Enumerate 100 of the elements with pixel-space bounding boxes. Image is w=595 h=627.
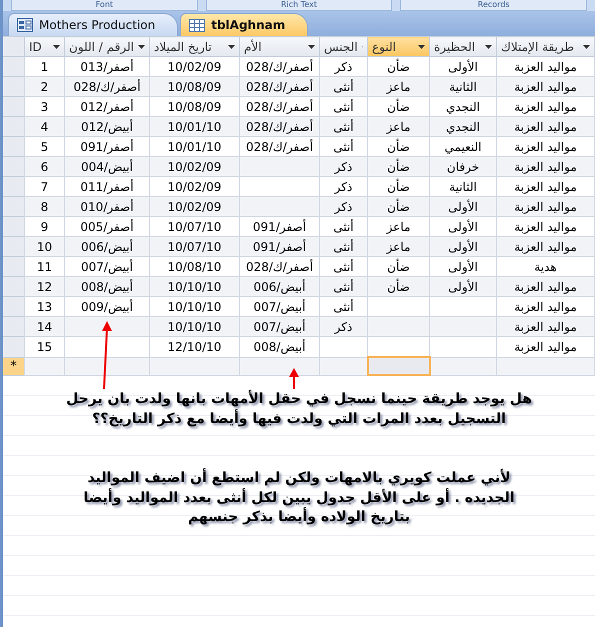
table-cell: 10/10/10 <box>150 276 240 296</box>
row-selector[interactable] <box>3 236 24 256</box>
table-cell: مواليد العزبة <box>496 336 594 357</box>
table-cell: 2 <box>24 76 64 96</box>
table-cell: ماعز <box>368 116 430 136</box>
table-cell: مواليد العزبة <box>496 236 594 256</box>
table-cell: مواليد العزبة <box>496 56 594 76</box>
table-cell: أصفر/ك/028 <box>240 96 320 116</box>
table-cell: أنثى <box>320 236 368 256</box>
row-selector[interactable] <box>3 156 24 176</box>
table-cell: الأولى <box>430 216 496 236</box>
table-cell: 6 <box>24 156 64 176</box>
table-cell: مواليد العزبة <box>496 96 594 116</box>
row-selector[interactable] <box>3 336 24 357</box>
table-cell: أنثى <box>320 76 368 96</box>
table-cell: مواليد العزبة <box>496 156 594 176</box>
table-cell: 10/01/10 <box>150 116 240 136</box>
table-cell: ضأن <box>368 176 430 196</box>
column-header[interactable]: طريقة الإمتلاك <box>496 36 594 56</box>
table-cell: مواليد العزبة <box>496 136 594 156</box>
document-tab[interactable]: tblAghnam <box>180 13 308 36</box>
table-cell: أصفر/091 <box>240 216 320 236</box>
table-cell: ضأن <box>368 136 430 156</box>
table-cell: 10/08/09 <box>150 96 240 116</box>
table-cell: ضأن <box>368 196 430 216</box>
table-cell: أصفر/013 <box>64 56 150 76</box>
table-cell: ماعز <box>368 236 430 256</box>
new-row-marker: * <box>3 357 24 375</box>
table-cell: 10/10/10 <box>150 296 240 316</box>
table-cell: 7 <box>24 176 64 196</box>
table-cell: أبيض/006 <box>64 236 150 256</box>
table-cell: 8 <box>24 196 64 216</box>
table-cell: أصفر/ك/028 <box>240 56 320 76</box>
table-cell: أبيض/007 <box>240 296 320 316</box>
column-header[interactable]: الجنس <box>320 36 368 56</box>
table-cell <box>430 296 496 316</box>
document-tab[interactable]: Mothers Production <box>8 13 178 36</box>
table-cell: 12 <box>24 276 64 296</box>
row-selector[interactable] <box>3 296 24 316</box>
table-cell: أبيض/004 <box>64 156 150 176</box>
row-selector[interactable] <box>3 196 24 216</box>
table-cell <box>430 316 496 336</box>
row-selector[interactable] <box>3 216 24 236</box>
table-cell: ماعز <box>368 216 430 236</box>
dropdown-caret-icon[interactable] <box>485 44 492 48</box>
table-cell: مواليد العزبة <box>496 296 594 316</box>
table-cell: 15 <box>24 336 64 357</box>
ribbon-group-label: Font <box>10 0 198 11</box>
table-cell: هدية <box>496 256 594 276</box>
table-cell: ضأن <box>368 156 430 176</box>
table-cell: أنثى <box>320 256 368 276</box>
row-selector[interactable] <box>3 76 24 96</box>
row-selector[interactable] <box>3 96 24 116</box>
select-all-corner[interactable] <box>3 36 24 56</box>
table-cell: أصفر/011 <box>64 176 150 196</box>
table-cell: أبيض/008 <box>240 336 320 357</box>
table-cell: مواليد العزبة <box>496 176 594 196</box>
table-cell: أبيض/006 <box>240 276 320 296</box>
column-header[interactable]: الأم <box>240 36 320 56</box>
annotation-text: لأني عملت كويري بالامهات ولكن لم استطع أن اضيف المواليد الجديده . أو على الأقل جدول يبين لكل أنثى بعدد المواليد وأيضا بتاريخ الولاده وأيضا بذكر جنسهم <box>82 469 516 528</box>
dropdown-caret-icon[interactable] <box>583 44 590 48</box>
column-header[interactable]: ID <box>24 36 64 56</box>
row-selector[interactable] <box>3 276 24 296</box>
row-selector[interactable] <box>3 316 24 336</box>
pointer-arrow <box>102 321 112 390</box>
column-header[interactable]: الحظيرة <box>430 36 496 56</box>
pointer-arrow <box>289 368 299 389</box>
dropdown-caret-icon[interactable] <box>418 44 425 48</box>
table-cell: أصفر/ك/028 <box>240 256 320 276</box>
table-cell: 13 <box>24 296 64 316</box>
table-cell: ذكر <box>320 176 368 196</box>
dropdown-caret-icon[interactable] <box>308 44 315 48</box>
row-selector[interactable] <box>3 56 24 76</box>
table-cell: الثانية <box>430 176 496 196</box>
table-cell: 9 <box>24 216 64 236</box>
table-cell: أنثى <box>320 216 368 236</box>
column-header[interactable]: النوع <box>368 36 430 56</box>
column-header[interactable]: الرقم / اللون <box>64 36 150 56</box>
row-selector[interactable] <box>3 136 24 156</box>
table-cell <box>368 316 430 336</box>
column-header[interactable]: تاريخ الميلاد <box>150 36 240 56</box>
table-cell: أصفر/ك/028 <box>64 76 150 96</box>
table-cell: أصفر/ك/028 <box>240 116 320 136</box>
table-cell: أنثى <box>320 136 368 156</box>
table-cell: خرفان <box>430 156 496 176</box>
table-cell: مواليد العزبة <box>496 276 594 296</box>
row-selector[interactable] <box>3 176 24 196</box>
table-cell: ماعز <box>368 76 430 96</box>
row-selector[interactable] <box>3 116 24 136</box>
dropdown-caret-icon[interactable] <box>228 44 235 48</box>
table-cell: مواليد العزبة <box>496 216 594 236</box>
dropdown-caret-icon[interactable] <box>138 44 145 48</box>
row-selector[interactable] <box>3 256 24 276</box>
focused-cell[interactable] <box>368 357 430 375</box>
table-cell: الأولى <box>430 276 496 296</box>
table-cell: ذكر <box>320 156 368 176</box>
table-cell: الأولى <box>430 56 496 76</box>
table-cell: ضأن <box>368 96 430 116</box>
dropdown-caret-icon[interactable] <box>53 44 60 48</box>
table-cell <box>368 296 430 316</box>
